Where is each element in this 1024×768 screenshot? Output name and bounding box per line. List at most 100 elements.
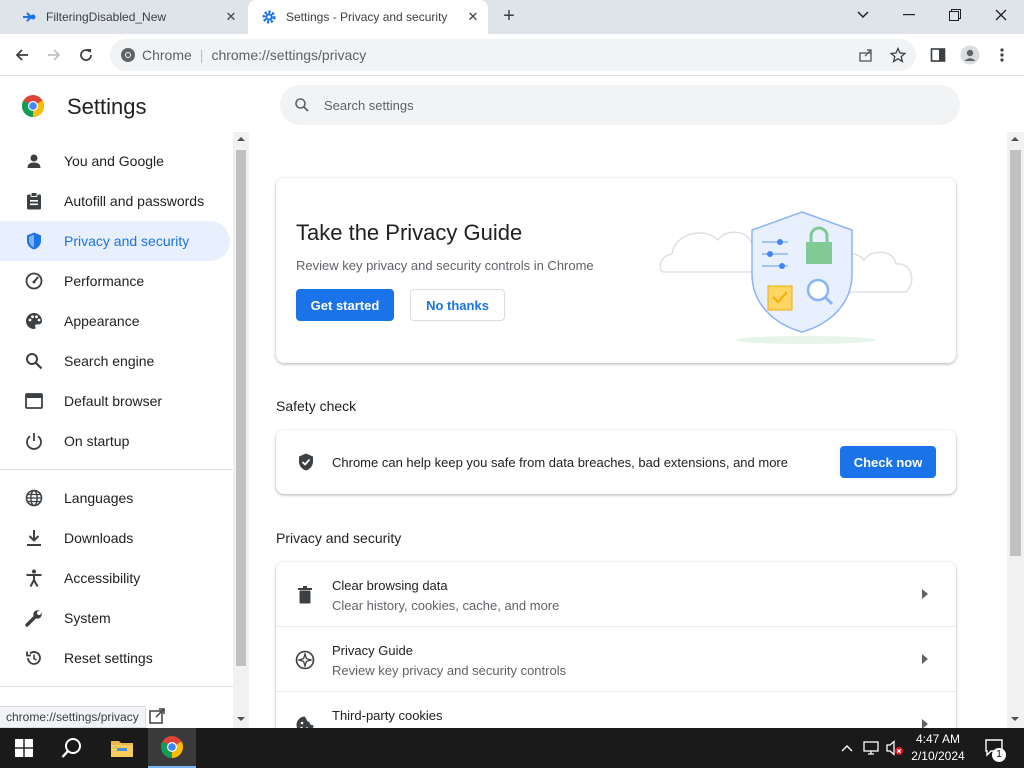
restore-button[interactable] <box>932 0 978 30</box>
share-button[interactable] <box>852 41 880 69</box>
side-panel-button[interactable] <box>924 41 952 69</box>
back-button[interactable] <box>8 41 36 69</box>
main-scrollbar[interactable] <box>1007 132 1024 728</box>
search-settings-field[interactable] <box>280 85 960 125</box>
share-icon <box>859 49 872 62</box>
row-title: Third-party cookies <box>332 708 443 723</box>
page-title: Settings <box>67 94 147 119</box>
browser-icon <box>24 391 44 411</box>
sidebar-item-on-startup[interactable]: On startup <box>0 421 230 461</box>
volume-muted-icon[interactable] <box>886 739 904 757</box>
sidebar-item-appearance[interactable]: Appearance <box>0 301 230 341</box>
settings-main: Take the Privacy Guide Review key privac… <box>249 132 1007 728</box>
sidebar-scrollbar[interactable] <box>233 132 249 728</box>
tab-title: FilteringDisabled_New <box>46 10 167 24</box>
close-window-button[interactable] <box>978 0 1024 30</box>
taskbar-clock[interactable]: 4:47 AM 2/10/2024 <box>906 731 970 765</box>
row-title: Clear browsing data <box>332 578 448 593</box>
file-explorer-button[interactable] <box>98 728 146 768</box>
sidebar-item-accessibility[interactable]: Accessibility <box>0 558 230 598</box>
tab-strip: FilteringDisabled_New ✕ Settings - Priva… <box>0 0 1024 34</box>
no-thanks-button[interactable]: No thanks <box>410 289 505 321</box>
tab-close-icon[interactable]: ✕ <box>222 8 240 26</box>
reload-button[interactable] <box>72 41 100 69</box>
shield-check-icon <box>299 453 313 471</box>
url-text[interactable]: chrome://settings/privacy <box>211 47 366 63</box>
forward-button[interactable] <box>40 41 68 69</box>
search-icon <box>24 351 44 371</box>
row-title: Privacy Guide <box>332 643 413 658</box>
chevron-right-icon <box>920 588 930 600</box>
tab-settings-privacy[interactable]: Settings - Privacy and security ✕ <box>248 0 488 34</box>
scroll-down-icon[interactable] <box>237 716 245 722</box>
avatar-icon <box>960 45 980 65</box>
safety-check-text: Chrome can help keep you safe from data … <box>332 455 788 470</box>
profile-button[interactable] <box>956 41 984 69</box>
privacy-guide-row[interactable]: Privacy Guide Review key privacy and sec… <box>276 627 956 692</box>
wrench-icon <box>24 608 44 628</box>
clock-time: 4:47 AM <box>915 732 961 746</box>
sidebar-item-downloads[interactable]: Downloads <box>0 518 230 558</box>
windows-taskbar: 4:47 AM 2/10/2024 1 <box>0 728 1024 768</box>
network-icon[interactable] <box>862 739 880 757</box>
cookie-icon <box>294 714 316 728</box>
sidebar-item-autofill[interactable]: Autofill and passwords <box>0 181 230 221</box>
safety-check-card: Chrome can help keep you safe from data … <box>276 430 956 494</box>
notification-count-badge: 1 <box>992 748 1006 762</box>
new-tab-button[interactable]: + <box>498 6 520 28</box>
sidebar-item-label: Autofill and passwords <box>64 193 205 209</box>
sidebar-item-languages[interactable]: Languages <box>0 478 230 518</box>
clock-date: 2/10/2024 <box>911 749 965 763</box>
menu-button[interactable] <box>988 41 1016 69</box>
sidebar-item-label: Accessibility <box>64 570 141 586</box>
site-label: Chrome <box>142 47 192 63</box>
sidebar-item-performance[interactable]: Performance <box>0 261 230 301</box>
sidebar-item-you-and-google[interactable]: You and Google <box>0 141 230 181</box>
check-now-button[interactable]: Check now <box>840 446 936 478</box>
sidebar-scroll-thumb[interactable] <box>236 150 246 666</box>
chrome-taskbar-button[interactable] <box>148 728 196 768</box>
sidebar-item-system[interactable]: System <box>0 598 230 638</box>
third-party-cookies-row[interactable]: Third-party cookies <box>276 692 956 728</box>
address-bar[interactable]: Chrome | chrome://settings/privacy <box>110 39 916 71</box>
scroll-up-icon[interactable] <box>1011 136 1019 142</box>
search-icon <box>61 738 81 758</box>
sidebar-item-privacy[interactable]: Privacy and security <box>0 221 230 261</box>
gear-icon <box>260 8 278 26</box>
sidebar-item-default-browser[interactable]: Default browser <box>0 381 230 421</box>
search-input[interactable] <box>324 97 924 113</box>
search-icon <box>295 98 309 112</box>
get-started-button[interactable]: Get started <box>296 289 394 321</box>
windows-logo-icon <box>15 739 33 757</box>
tab-search-button[interactable] <box>840 0 886 30</box>
main-scroll-thumb[interactable] <box>1010 150 1021 556</box>
minimize-button[interactable] <box>886 0 932 30</box>
sidebar-item-label: Appearance <box>64 313 140 329</box>
site-info-chip[interactable]: Chrome <box>120 47 192 63</box>
sidebar-item-label: Reset settings <box>64 650 153 666</box>
taskbar-search-button[interactable] <box>48 728 96 768</box>
sidebar-item-reset[interactable]: Reset settings <box>0 638 230 678</box>
reload-icon <box>80 49 92 61</box>
scroll-down-icon[interactable] <box>1011 716 1019 722</box>
sidebar-item-search-engine[interactable]: Search engine <box>0 341 230 381</box>
reset-icon <box>24 648 44 668</box>
clear-browsing-data-row[interactable]: Clear browsing data Clear history, cooki… <box>276 562 956 627</box>
show-hidden-icons-chevron-up-icon[interactable] <box>838 739 856 757</box>
sidebar-item-label: Performance <box>64 273 145 289</box>
privacy-guide-card: Take the Privacy Guide Review key privac… <box>276 178 956 363</box>
browser-toolbar: Chrome | chrome://settings/privacy <box>0 34 1024 76</box>
tab-filteringdisabled[interactable]: FilteringDisabled_New ✕ <box>8 0 246 34</box>
speedometer-icon <box>24 271 44 291</box>
privacy-guide-description: Review key privacy and security controls… <box>296 258 594 273</box>
arrow-left-icon <box>15 49 28 61</box>
tab-close-icon[interactable]: ✕ <box>464 8 482 26</box>
bookmark-button[interactable] <box>884 41 912 69</box>
start-button[interactable] <box>0 728 48 768</box>
palette-icon <box>24 311 44 331</box>
chrome-logo-icon <box>121 48 135 62</box>
settings-header: Settings <box>0 76 1024 132</box>
sidebar-item-label: On startup <box>64 433 130 449</box>
scroll-up-icon[interactable] <box>237 136 245 142</box>
row-subtitle: Review key privacy and security controls <box>332 663 567 678</box>
